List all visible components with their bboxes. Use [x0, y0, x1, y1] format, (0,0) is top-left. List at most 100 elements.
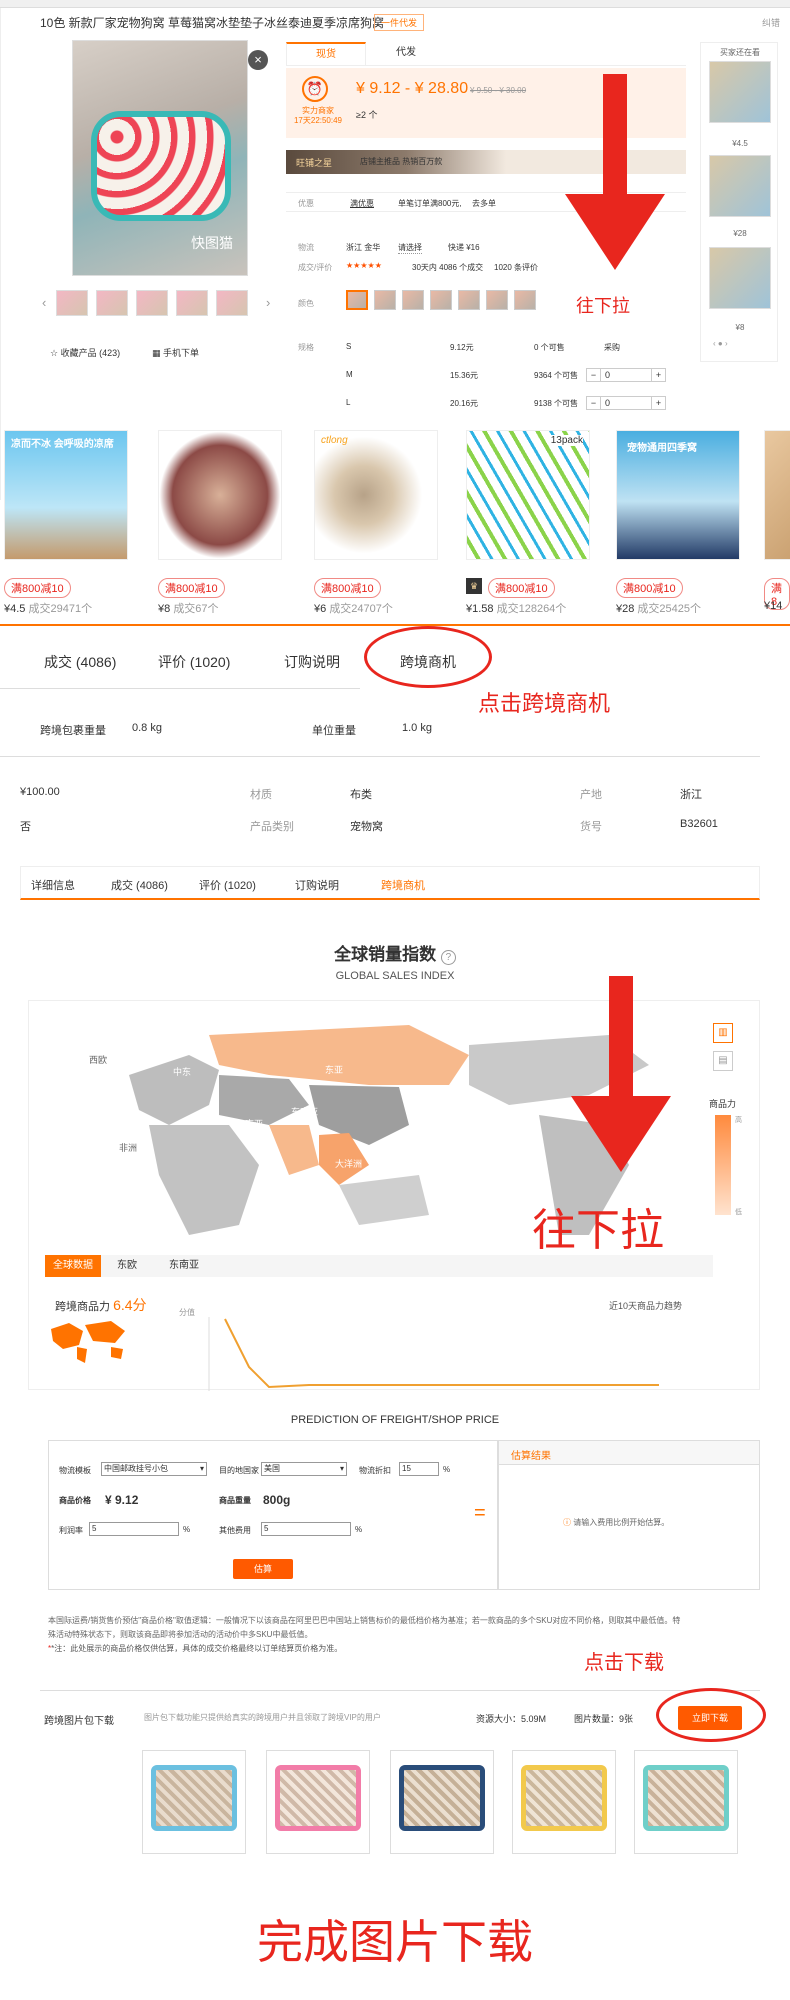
color-swatch[interactable]: [402, 290, 424, 310]
product-image: ctlong: [314, 430, 438, 560]
review-count[interactable]: 1020 条评价: [494, 262, 538, 273]
tab-in-stock[interactable]: 现货: [286, 42, 366, 66]
tab-details[interactable]: 详细信息: [31, 877, 75, 893]
recommend-card[interactable]: 13pack 满800减10 ♛ ¥1.58 成交128264个: [462, 430, 592, 620]
down-arrow-icon: [565, 74, 665, 270]
sku-row: L 20.16元 9138 个可售 − 0 +: [290, 394, 680, 414]
sku-row: M 15.36元 9364 个可售 − 0 +: [290, 366, 680, 386]
logistics-template-select[interactable]: 中国邮政挂号小包 ▾: [101, 1462, 207, 1476]
divider: [0, 756, 760, 757]
help-icon[interactable]: ?: [440, 950, 456, 965]
product-image: [764, 430, 790, 560]
tab-reviews[interactable]: 评价 (1020): [158, 652, 230, 672]
pack-image[interactable]: [266, 1750, 370, 1854]
pack-image[interactable]: [390, 1750, 494, 1854]
favorite-link[interactable]: ☆ 收藏产品 (423): [50, 346, 120, 359]
thumbnail[interactable]: [56, 290, 88, 316]
destination-select[interactable]: 美国 ▾: [261, 1462, 347, 1476]
shop-star-text: 店铺主推品 热销百万款: [360, 157, 443, 166]
tab-transactions[interactable]: 成交 (4086): [44, 652, 116, 672]
thumbnail[interactable]: [216, 290, 248, 316]
image-pack-row: 跨境图片包下载 图片包下载功能只提供给真实的跨境用户并且领取了跨境VIP的用户 …: [44, 1700, 760, 1744]
thumbnail[interactable]: [176, 290, 208, 316]
quantity-stepper[interactable]: − 0 +: [586, 368, 666, 382]
minus-icon[interactable]: −: [587, 369, 601, 381]
color-swatch[interactable]: [374, 290, 396, 310]
product-title: 10色 新款厂家宠物狗窝 草莓猫窝冰垫垫子冰丝泰迪夏季凉席狗窝: [40, 16, 385, 30]
tab-transactions[interactable]: 成交 (4086): [111, 877, 168, 893]
recommend-card[interactable]: 宠物通用四季窝 满800减10 ¥28 成交25425个: [612, 430, 742, 620]
related-product[interactable]: [709, 155, 771, 217]
color-swatch[interactable]: [458, 290, 480, 310]
original-price: ¥ 9.50 - ¥ 30.00: [470, 86, 527, 95]
ship-to-select[interactable]: 请选择: [398, 242, 422, 254]
color-swatch[interactable]: [514, 290, 536, 310]
freight-calculator: 物流模板 中国邮政挂号小包 ▾ 目的地国家 美国 ▾ 物流折扣 15 % 商品价…: [48, 1440, 498, 1590]
pack-image[interactable]: [142, 1750, 246, 1854]
other-fee-input[interactable]: 5: [261, 1522, 351, 1536]
tab-cross-border[interactable]: 跨境商机: [381, 877, 425, 893]
discount-input[interactable]: 15: [399, 1462, 439, 1476]
freight-title: PREDICTION OF FREIGHT/SHOP PRICE: [290, 1414, 500, 1426]
thumbnail[interactable]: [136, 290, 168, 316]
color-swatch[interactable]: [346, 290, 368, 310]
goods-price: ¥ 9.12: [105, 1493, 139, 1507]
tab-southeast-asia[interactable]: 东南亚: [161, 1255, 207, 1277]
main-product-image[interactable]: 快图猫: [72, 40, 248, 276]
dropship-tag: 一件代发: [374, 14, 425, 31]
plus-icon[interactable]: +: [651, 369, 665, 381]
estimate-result: 估算结果 ⓘ 请输入费用比例开始估算。: [498, 1440, 760, 1590]
countdown: 实力商家 17天22:50:49: [293, 106, 343, 125]
thumbnail[interactable]: [96, 290, 128, 316]
mini-world-map: [51, 1321, 125, 1363]
pack-image[interactable]: [512, 1750, 616, 1854]
recommend-card[interactable]: ctlong 满800减10 ¥6 成交24707个: [310, 430, 440, 620]
info-icon: ⓘ: [563, 1518, 571, 1527]
recommend-card[interactable]: 凉而不冰 会呼吸的凉席 满800减10 ¥4.5 成交29471个: [0, 430, 130, 620]
highlight-circle: [656, 1688, 766, 1742]
annotation-pull-down-2: 往下拉: [532, 1205, 664, 1256]
mobile-order-link[interactable]: ▦ 手机下单: [152, 346, 199, 359]
mobile-order-label: 手机下单: [163, 348, 200, 358]
detail-tabs-sticky: 详细信息 成交 (4086) 评价 (1020) 订购说明 跨境商机: [20, 866, 760, 900]
legend-gradient: [715, 1115, 731, 1215]
recommend-strip: 凉而不冰 会呼吸的凉席 满800减10 ¥4.5 成交29471个 满800减1…: [0, 430, 790, 620]
close-icon[interactable]: ×: [248, 50, 268, 70]
color-swatch[interactable]: [486, 290, 508, 310]
ship-from: 浙江 金华: [346, 243, 381, 252]
sku-row: S 9.12元 0 个可售: [346, 342, 565, 352]
minus-icon[interactable]: −: [587, 397, 601, 409]
trend-chart: [208, 1317, 659, 1391]
tab-east-europe[interactable]: 东欧: [109, 1255, 145, 1277]
quantity-stepper[interactable]: − 0 +: [586, 396, 666, 410]
recommend-card[interactable]: 满8 ¥14: [760, 430, 790, 620]
tab-order-notes[interactable]: 订购说明: [295, 877, 339, 893]
bar-chart-icon[interactable]: ▥: [713, 1023, 733, 1043]
report-link[interactable]: 纠错: [762, 16, 780, 29]
profit-rate-input[interactable]: 5: [89, 1522, 179, 1536]
tab-global[interactable]: 全球数据: [45, 1255, 101, 1277]
pack-image[interactable]: [634, 1750, 738, 1854]
related-pager[interactable]: ‹ ● ›: [713, 339, 728, 348]
color-swatch[interactable]: [430, 290, 452, 310]
shop-star-label: 旺铺之星: [296, 158, 333, 168]
recommend-card[interactable]: 满800减10 ¥8 成交67个: [154, 430, 284, 620]
bar-chart-alt-icon[interactable]: ▤: [713, 1051, 733, 1071]
tab-order-notes[interactable]: 订购说明: [284, 652, 340, 672]
plus-icon[interactable]: +: [651, 397, 665, 409]
related-product[interactable]: [709, 247, 771, 309]
prev-thumb-icon[interactable]: ‹: [42, 295, 46, 310]
promo-value[interactable]: 满优惠: [350, 198, 374, 209]
alarm-clock-icon: ⏰: [302, 76, 328, 102]
related-product[interactable]: [709, 61, 771, 123]
annotation-finish: 完成图片下载: [257, 1915, 533, 1969]
tab-reviews[interactable]: 评价 (1020): [199, 877, 256, 893]
crown-icon: ♛: [466, 578, 482, 594]
next-thumb-icon[interactable]: ›: [266, 295, 270, 310]
estimate-button[interactable]: 估算: [233, 1559, 293, 1579]
region-tabs: 全球数据 东欧 东南亚: [45, 1255, 713, 1277]
tab-dropship[interactable]: 代发: [366, 42, 446, 66]
promo-more-link[interactable]: 去多单: [472, 198, 496, 209]
annotation-pull-down: 往下拉: [576, 296, 630, 317]
dog-bed-photo: [91, 111, 231, 221]
